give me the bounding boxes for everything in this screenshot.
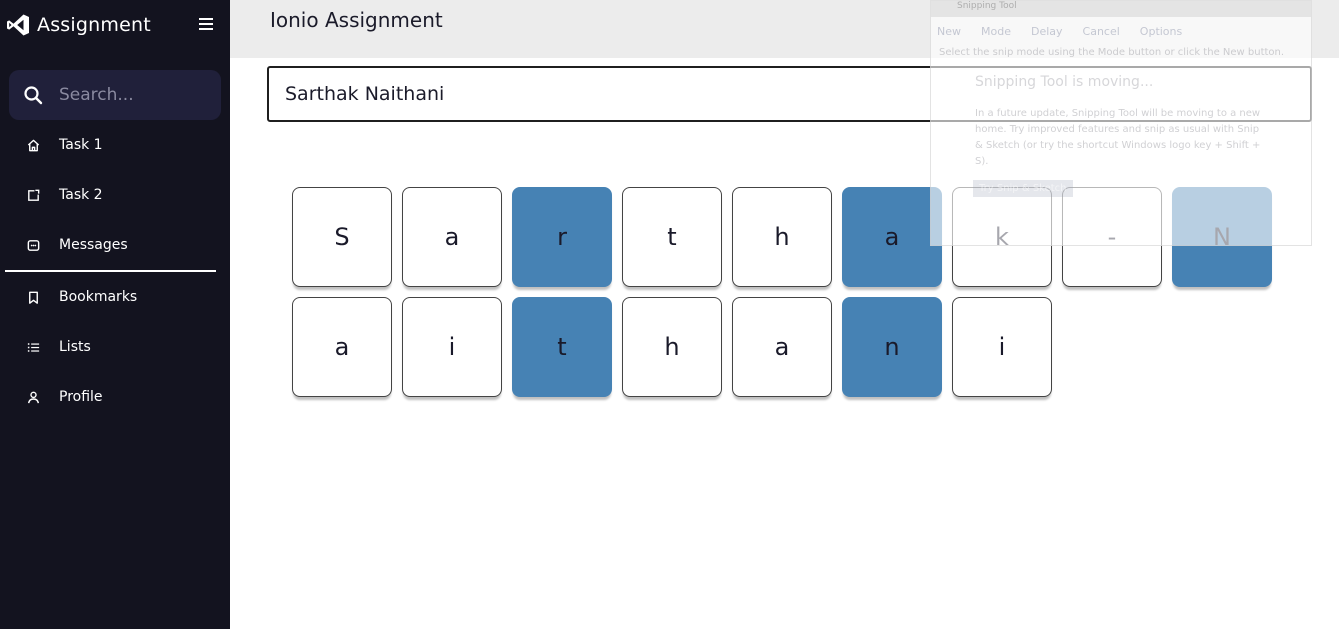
letter-tile[interactable]: - — [1062, 187, 1162, 287]
sidebar-item-label: Lists — [59, 339, 91, 355]
letter-tile[interactable]: a — [402, 187, 502, 287]
list-icon — [26, 340, 41, 355]
sidebar-item-label: Profile — [59, 389, 103, 405]
search-icon — [23, 85, 43, 105]
app-root: Assignment Task 1 — [0, 0, 1339, 629]
user-icon — [26, 390, 41, 405]
sidebar-item-task-2[interactable]: Task 2 — [26, 184, 103, 206]
search-box[interactable] — [9, 70, 221, 120]
sidebar-item-task-1[interactable]: Task 1 — [26, 134, 103, 156]
letter-tile[interactable]: r — [512, 187, 612, 287]
sidebar-item-label: Messages — [59, 237, 128, 253]
external-link-icon — [26, 188, 41, 203]
sidebar-item-label: Task 2 — [59, 187, 103, 203]
sidebar-item-messages[interactable]: Messages — [26, 234, 128, 256]
header: Ionio Assignment — [230, 0, 1339, 58]
search-input[interactable] — [59, 85, 209, 105]
page-title: Ionio Assignment — [270, 8, 443, 32]
sidebar-item-label: Task 1 — [59, 137, 103, 153]
letter-tile[interactable]: t — [512, 297, 612, 397]
letter-tile[interactable]: S — [292, 187, 392, 287]
letter-tile[interactable]: i — [402, 297, 502, 397]
sidebar-divider — [5, 270, 216, 272]
brand: Assignment — [6, 12, 151, 38]
letter-tile[interactable]: k — [952, 187, 1052, 287]
letter-tile[interactable]: a — [732, 297, 832, 397]
sidebar-item-profile[interactable]: Profile — [26, 386, 103, 408]
letter-tile[interactable]: h — [732, 187, 832, 287]
letter-tile[interactable]: i — [952, 297, 1052, 397]
vscode-logo-icon — [6, 13, 30, 37]
sidebar-item-bookmarks[interactable]: Bookmarks — [26, 286, 137, 308]
sidebar-item-lists[interactable]: Lists — [26, 336, 91, 358]
letter-tile[interactable]: n — [842, 297, 942, 397]
letter-tile[interactable]: a — [842, 187, 942, 287]
letter-tile[interactable]: h — [622, 297, 722, 397]
brand-label: Assignment — [37, 14, 151, 36]
letter-tile[interactable]: N — [1172, 187, 1272, 287]
sidebar-item-label: Bookmarks — [59, 289, 138, 305]
hamburger-menu-icon[interactable] — [196, 14, 216, 34]
letter-tile[interactable]: a — [292, 297, 392, 397]
name-input[interactable] — [267, 66, 1312, 122]
letter-tile[interactable]: t — [622, 187, 722, 287]
bookmark-icon — [26, 290, 41, 305]
sidebar: Assignment Task 1 — [0, 0, 230, 629]
home-icon — [26, 138, 41, 153]
message-icon — [26, 238, 41, 253]
